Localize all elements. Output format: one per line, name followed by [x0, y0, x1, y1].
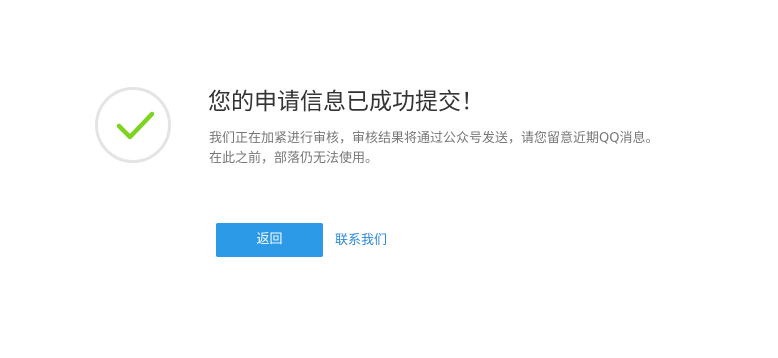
unavailable-notice-text: 在此之前，部落仍无法使用。	[209, 151, 379, 166]
contact-us-link[interactable]: 联系我们	[335, 232, 387, 250]
page-title: 您的申请信息已成功提交！	[208, 89, 484, 115]
status-message: 我们正在加紧进行审核，审核结果将通过公众号发送，请您留意近期QQ消息。 在此之前…	[209, 129, 671, 169]
back-button[interactable]: 返回	[216, 223, 323, 257]
review-notice-text: 我们正在加紧进行审核，审核结果将通过公众号发送，请您留意近期QQ消息。	[209, 131, 659, 146]
checkmark-icon	[116, 111, 155, 140]
success-icon-ring	[95, 87, 171, 163]
